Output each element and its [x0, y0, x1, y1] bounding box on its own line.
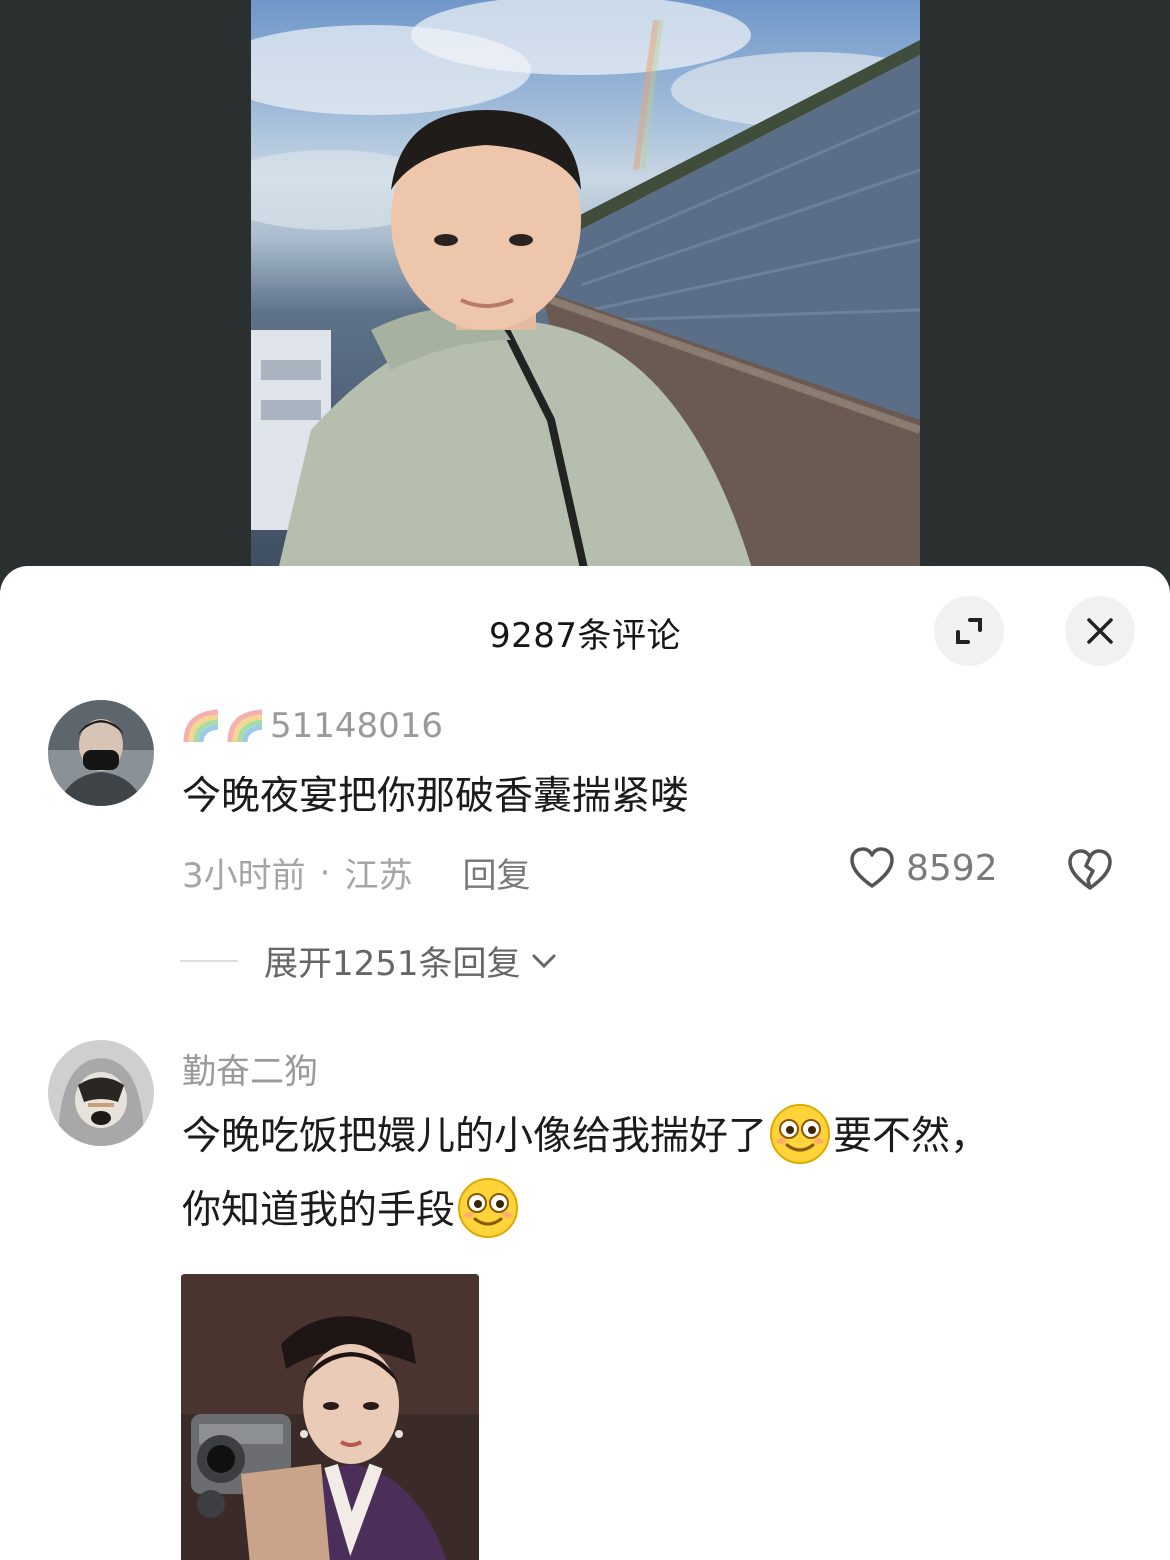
- comment-time: 3小时前: [182, 856, 306, 896]
- comment-text: 今晚夜宴把你那破香囊揣紧喽: [182, 774, 690, 819]
- grin-emoji-icon: [770, 1103, 831, 1164]
- comment-meta: 3小时前 · 江苏 回复: [182, 848, 530, 897]
- dislike-button[interactable]: [1066, 848, 1114, 896]
- video-area[interactable]: [0, 0, 1170, 600]
- like-count: 8592: [906, 847, 998, 889]
- heart-icon: [850, 847, 894, 888]
- post-photo: [251, 0, 920, 600]
- comment-text-part: 要不然，: [833, 1114, 990, 1159]
- username-text: 51148016: [270, 706, 444, 746]
- reply-button[interactable]: 回复: [462, 848, 530, 897]
- comment-text-part: 今晚吃饭把嬛儿的小像给我揣好了: [182, 1114, 768, 1159]
- meta-separator: ·: [319, 852, 331, 893]
- comment-username[interactable]: 51148016: [182, 706, 443, 746]
- expand-replies-button[interactable]: 展开1251条回复: [180, 936, 559, 985]
- comment-text: 今晚吃饭把嬛儿的小像给我揣好了 要不然， 你知道我的手段: [182, 1100, 1122, 1248]
- expand-replies-label: 展开1251条回复: [264, 944, 521, 984]
- comment-text-part: 你知道我的手段: [182, 1188, 456, 1233]
- comment-image[interactable]: [181, 1274, 479, 1560]
- username-text: 勤奋二狗: [182, 1052, 318, 1092]
- close-icon: [1087, 618, 1113, 644]
- divider-line: [180, 959, 238, 962]
- comment-username[interactable]: 勤奋二狗: [182, 1044, 318, 1093]
- grin-emoji-icon: [458, 1177, 519, 1238]
- rainbow-icon: [227, 709, 263, 743]
- comment-sheet: 9287条评论 51148016 今晚夜宴把你那破香囊揣紧喽 3小时前 · 江苏…: [0, 566, 1170, 1560]
- expand-button[interactable]: [934, 596, 1004, 666]
- broken-heart-icon: [1068, 849, 1112, 890]
- close-button[interactable]: [1065, 596, 1135, 666]
- avatar[interactable]: [48, 1040, 154, 1146]
- expand-icon: [956, 618, 982, 644]
- like-button[interactable]: 8592: [848, 846, 998, 890]
- avatar[interactable]: [48, 700, 154, 806]
- rainbow-icon: [183, 709, 219, 743]
- comment-location: 江苏: [344, 856, 413, 896]
- chevron-down-icon: [532, 954, 556, 968]
